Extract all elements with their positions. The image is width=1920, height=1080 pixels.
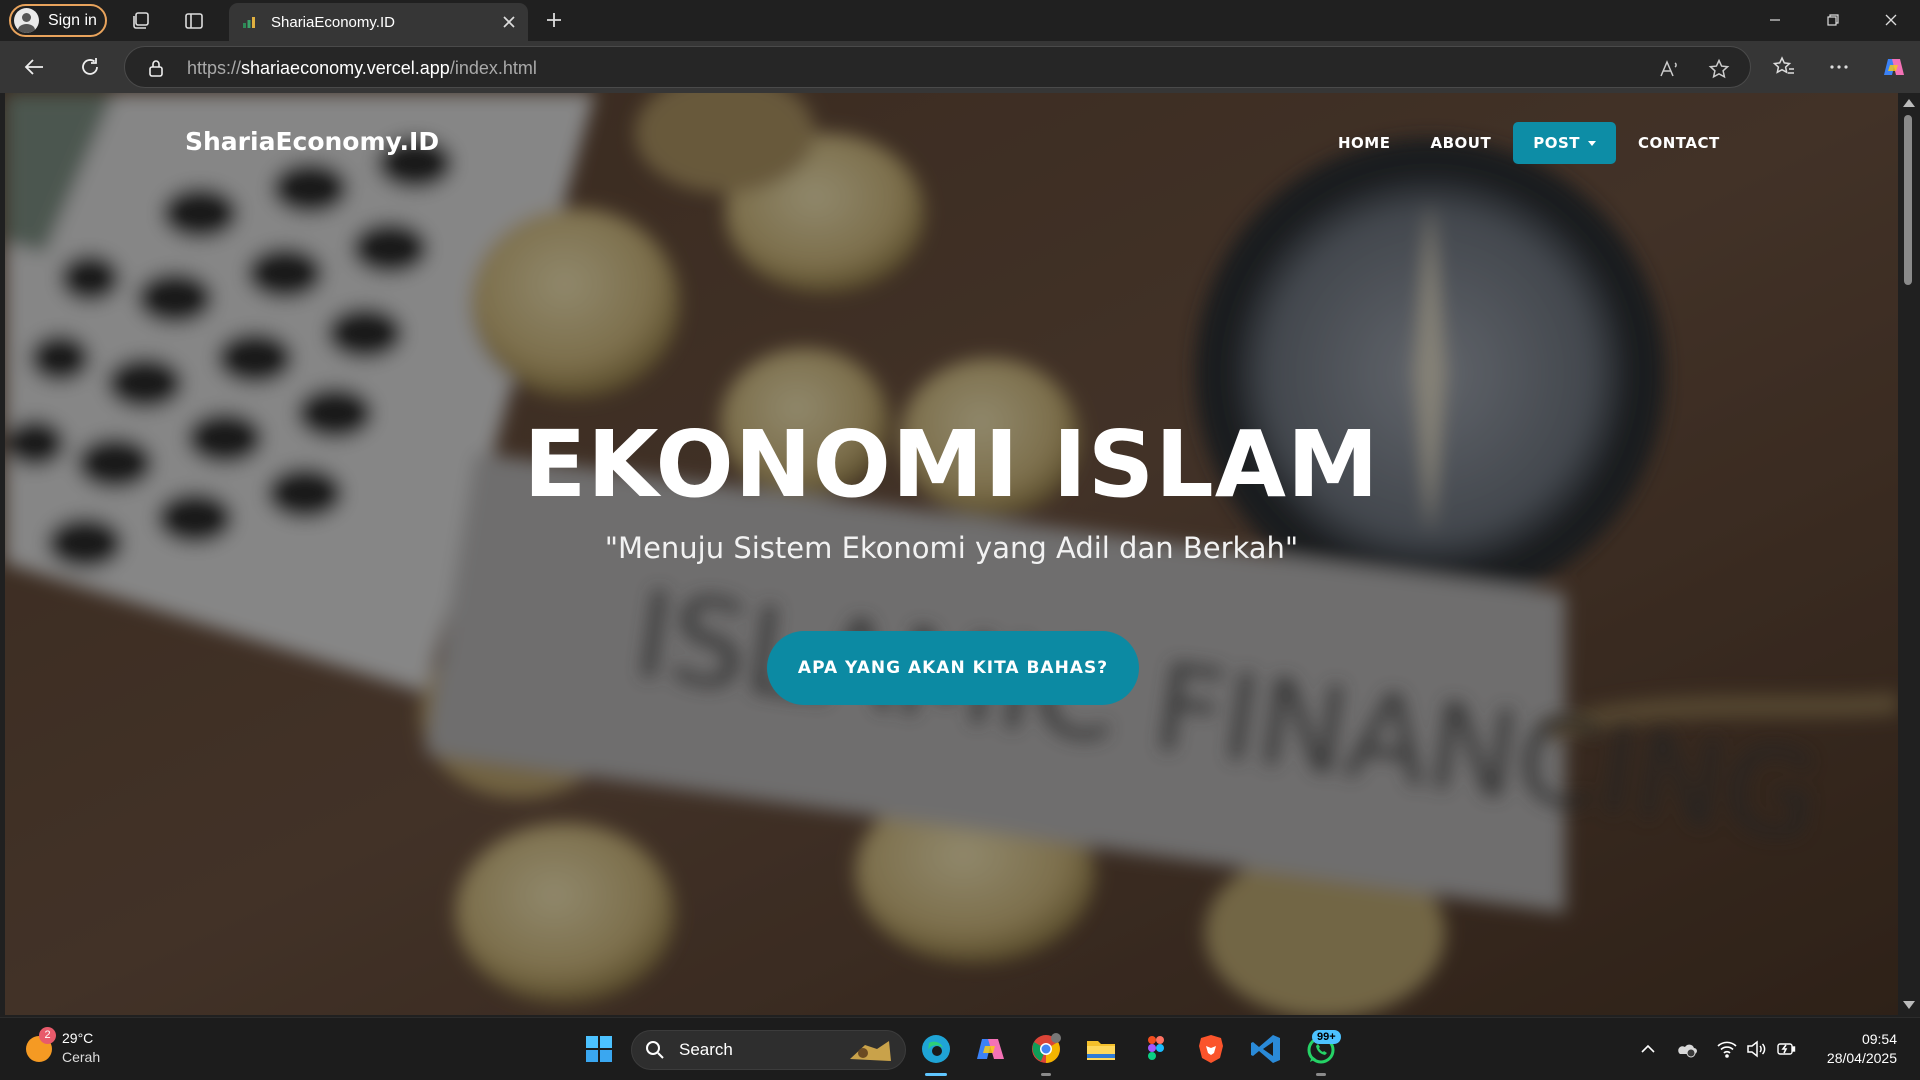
weather-badge: 2 — [39, 1027, 56, 1044]
back-icon[interactable] — [22, 54, 48, 80]
wifi-icon[interactable] — [1716, 1038, 1738, 1060]
page-scrollbar[interactable] — [1898, 93, 1920, 1015]
favorite-star-icon[interactable] — [1708, 58, 1730, 80]
site-brand-logo[interactable]: ShariaEconomy.ID — [185, 127, 439, 156]
url-text[interactable]: https://shariaeconomy.vercel.app/index.h… — [187, 58, 537, 79]
site-favicon-icon — [243, 17, 255, 28]
web-page: ISLAMIC FINANCING ShariaEconomy.ID HOME … — [5, 93, 1898, 1015]
sign-in-button[interactable]: Sign in — [9, 4, 107, 37]
minimize-icon[interactable] — [1765, 10, 1785, 30]
volume-icon[interactable] — [1745, 1038, 1767, 1060]
show-hidden-icons-icon[interactable] — [1637, 1038, 1659, 1060]
scroll-up-icon[interactable] — [1903, 99, 1915, 107]
close-tab-icon[interactable] — [500, 13, 518, 31]
main-navigation: HOME ABOUT POST CONTACT — [1318, 122, 1740, 164]
vertical-tabs-icon[interactable] — [183, 10, 205, 32]
search-icon — [646, 1041, 664, 1059]
edge-running-indicator — [925, 1073, 947, 1076]
address-bar[interactable]: https://shariaeconomy.vercel.app/index.h… — [124, 46, 1751, 88]
nav-post-label: POST — [1533, 134, 1580, 152]
favorites-icon[interactable] — [1772, 55, 1796, 79]
weather-description: Cerah — [62, 1049, 101, 1065]
copilot-app-icon[interactable] — [974, 1032, 1008, 1066]
file-explorer-icon[interactable] — [1084, 1032, 1118, 1066]
vscode-icon[interactable] — [1249, 1032, 1283, 1066]
caret-down-icon — [1587, 140, 1596, 146]
battery-charging-icon[interactable] — [1775, 1038, 1797, 1060]
figma-icon[interactable] — [1139, 1032, 1173, 1066]
search-label: Search — [679, 1040, 733, 1059]
nav-contact[interactable]: CONTACT — [1618, 122, 1740, 164]
hero-title: EKONOMI ISLAM — [523, 411, 1380, 518]
windows-taskbar: 2 29°C Cerah Search 99+ 09:54 28/04/2025 — [0, 1017, 1920, 1080]
close-window-icon[interactable] — [1881, 10, 1901, 30]
clock-time: 09:54 — [1861, 1031, 1897, 1047]
weather-temperature: 29°C — [62, 1030, 94, 1046]
windows-start-icon[interactable] — [582, 1032, 616, 1066]
weather-widget[interactable]: 2 29°C Cerah — [26, 1027, 101, 1065]
sign-in-label: Sign in — [48, 11, 97, 29]
chrome-running-indicator — [1041, 1073, 1051, 1076]
taskbar-search[interactable]: Search — [631, 1030, 906, 1070]
more-options-icon[interactable] — [1827, 55, 1851, 79]
restore-icon[interactable] — [1823, 10, 1843, 30]
system-clock[interactable]: 09:54 28/04/2025 — [1827, 1030, 1897, 1068]
nav-home[interactable]: HOME — [1318, 122, 1410, 164]
weather-sun-icon: 2 — [26, 1027, 56, 1062]
browser-toolbar: https://shariaeconomy.vercel.app/index.h… — [0, 41, 1920, 93]
whatsapp-notification-badge: 99+ — [1312, 1030, 1341, 1044]
onedrive-icon[interactable] — [1676, 1038, 1698, 1060]
clock-date: 28/04/2025 — [1826, 1050, 1897, 1066]
nav-post-dropdown[interactable]: POST — [1513, 122, 1616, 164]
brave-browser-icon[interactable] — [1194, 1032, 1228, 1066]
read-aloud-icon[interactable] — [1658, 58, 1680, 80]
whatsapp-running-indicator — [1316, 1073, 1326, 1076]
scroll-down-icon[interactable] — [1903, 1001, 1915, 1009]
edge-browser-icon[interactable] — [919, 1032, 953, 1066]
tab-title: ShariaEconomy.ID — [271, 13, 395, 31]
workspaces-icon[interactable] — [130, 10, 152, 32]
copilot-icon[interactable] — [1882, 55, 1906, 79]
cta-button[interactable]: APA YANG AKAN KITA BAHAS? — [767, 631, 1139, 705]
chrome-icon[interactable] — [1029, 1032, 1063, 1066]
nav-about[interactable]: ABOUT — [1410, 122, 1511, 164]
scrollbar-thumb[interactable] — [1904, 115, 1912, 285]
browser-titlebar: Sign in ShariaEconomy.ID — [0, 0, 1920, 41]
active-tab[interactable]: ShariaEconomy.ID — [229, 3, 528, 41]
lock-icon[interactable] — [147, 58, 165, 78]
new-tab-icon[interactable] — [544, 10, 564, 30]
profile-avatar-icon — [14, 8, 39, 33]
refresh-icon[interactable] — [77, 54, 103, 80]
hero-subtitle: "Menuju Sistem Ekonomi yang Adil dan Ber… — [604, 531, 1299, 565]
search-highlight-icon — [850, 1041, 891, 1061]
